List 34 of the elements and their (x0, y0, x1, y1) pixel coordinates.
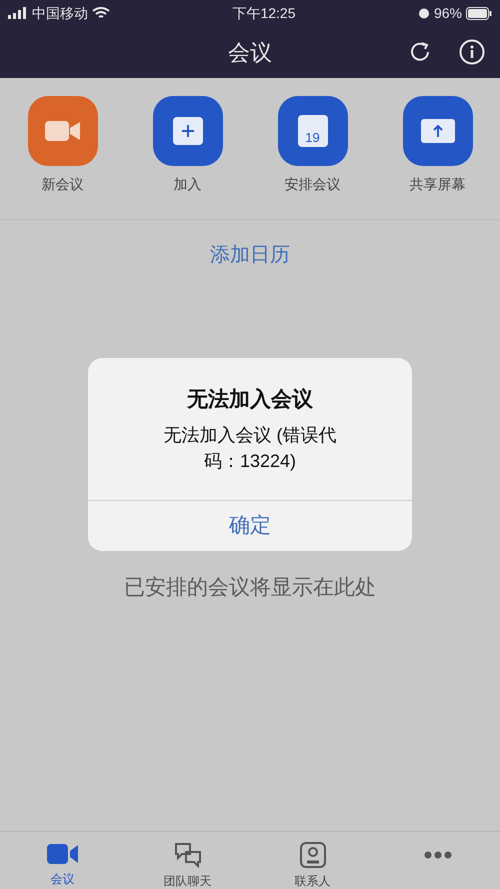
action-button[interactable] (402, 96, 472, 166)
tab-item[interactable]: 团队聊天 (138, 842, 238, 888)
action-label: 安排会议 (284, 175, 340, 194)
action-button[interactable]: 19 (278, 96, 348, 166)
info-button[interactable] (458, 38, 486, 66)
video-camera-icon (44, 119, 80, 143)
action-label: 加入 (174, 175, 202, 194)
dialog-title: 无法加入会议 (187, 386, 313, 413)
refresh-icon (408, 40, 432, 64)
share-screen-icon (420, 119, 454, 143)
plus-icon (172, 117, 202, 145)
signal-icon (8, 7, 28, 19)
confirm-button[interactable]: 确定 (88, 500, 412, 550)
status-time: 下午12:25 (232, 4, 296, 22)
chat-bubbles-icon (174, 842, 202, 868)
action-label: 新会议 (42, 175, 84, 194)
contact-icon (300, 842, 326, 868)
dialog-message: 无法加入会议 (错误代码：13224) (162, 424, 338, 473)
battery-icon (466, 6, 492, 20)
battery-percent: 96% (434, 4, 462, 22)
tab-item[interactable]: 联系人 (262, 842, 362, 888)
action-button[interactable] (152, 96, 222, 166)
more-icon (424, 851, 452, 859)
wifi-icon (92, 6, 110, 20)
video-camera-icon (46, 843, 78, 865)
action-button[interactable] (28, 96, 98, 166)
add-calendar-link[interactable]: 添加日历 (210, 240, 290, 270)
screen-title: 会议 (228, 38, 272, 66)
tab-item[interactable]: 会议 (12, 842, 112, 888)
carrier-name: 中国移动 (32, 4, 88, 22)
action-label: 共享屏幕 (410, 175, 466, 194)
info-icon (459, 39, 485, 65)
empty-hint: 已安排的会议将显示在此处 (124, 575, 376, 601)
calendar-icon: 19 (298, 115, 328, 147)
